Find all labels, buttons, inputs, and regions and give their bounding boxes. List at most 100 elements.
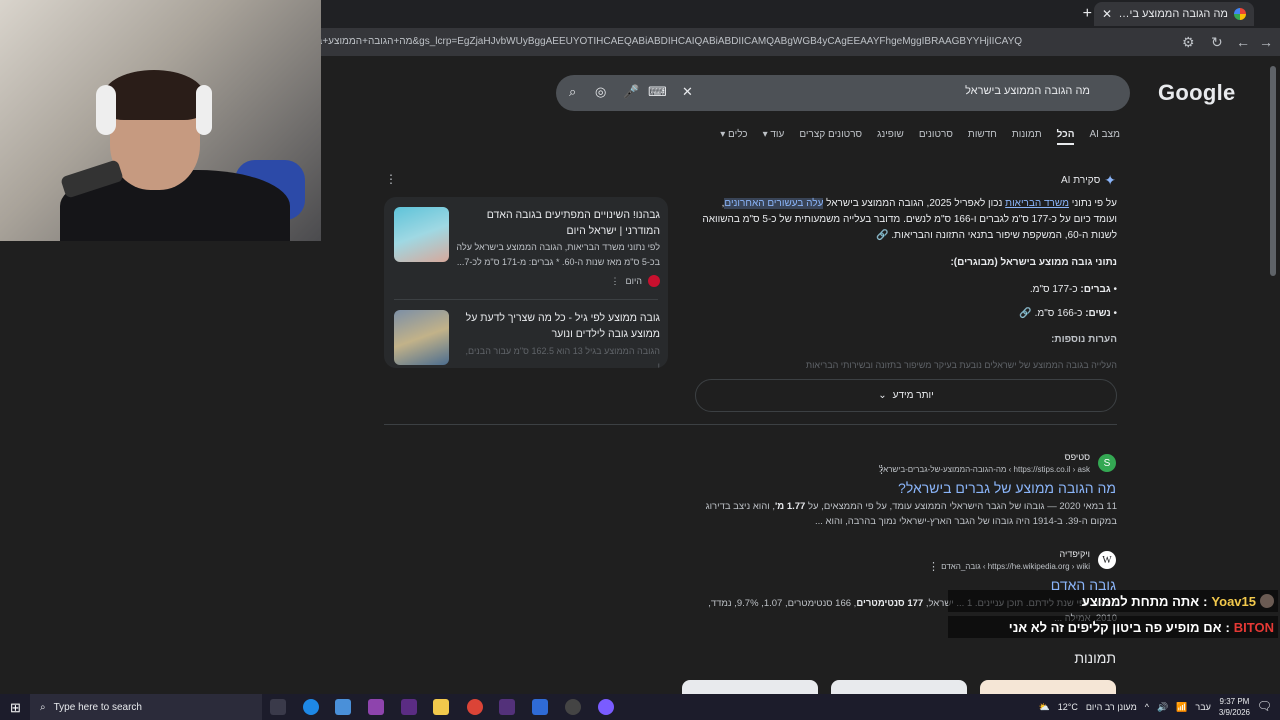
store-icon[interactable] [335,699,351,715]
chrome-icon[interactable] [467,699,483,715]
ai-text-part-1: על פי נתוני [1068,198,1117,209]
weather-temp[interactable]: 12°C [1058,702,1078,712]
images-heading: תמונות [1074,650,1116,666]
tab-more[interactable]: עוד ▾ [763,129,785,145]
windows-taskbar: ⊞ ⌕ Type here to search ⛅ 12°C מעונן רב … [0,694,1280,720]
new-tab-button[interactable]: + [1083,5,1092,23]
back-icon[interactable]: ← [1236,34,1250,50]
chat-separator: : [1203,593,1208,609]
tab-videos[interactable]: סרטונים [919,129,953,145]
system-tray: ⛅ 12°C מעונן רב היום ^ 🔊 📶 עבר 9:37 PM 3… [1039,694,1251,720]
result-site-name: ויקיפדיה [1059,549,1090,559]
tab-images[interactable]: תמונות [1012,129,1042,145]
source-card[interactable]: גובה ממוצע לפי גיל - כל מה שצריך לדעת על… [394,310,660,368]
ai-overview-text: על פי נתוני משרד הבריאות נכון לאפריל 202… [696,196,1117,244]
tab-shopping[interactable]: שופינג [877,129,904,145]
search-input[interactable]: מה הגובה הממוצע בישראל [965,85,1090,97]
card-source-name: היום [625,276,642,286]
image-thumbnail[interactable] [980,680,1116,694]
link-icon[interactable]: 🔗 [876,230,888,241]
taskbar-search-placeholder: Type here to search [53,701,142,713]
result-title[interactable]: מה הגובה ממוצע של גברים בישראל? [898,480,1116,496]
weather-desc[interactable]: מעונן רב היום [1086,702,1137,712]
more-options-icon[interactable]: ⋮ [611,276,620,287]
edge-icon[interactable] [303,699,319,715]
tray-arrow-icon[interactable]: ^ [1145,702,1149,712]
section-divider [384,424,1117,425]
men-label: גברים: [1080,284,1111,295]
more-options-icon[interactable]: ⋮ [928,560,939,573]
tab-ai-mode[interactable]: מצב AI [1089,129,1120,145]
clock[interactable]: 9:37 PM 3/9/2026 [1219,696,1250,718]
card-thumbnail [394,310,449,365]
browser-tab[interactable]: מה הגובה הממוצע בישראל - ח ✕ [1094,2,1254,26]
tab-short-videos[interactable]: סרטונים קצרים [799,129,862,145]
snippet-bold: 1.77 מ' [775,501,806,512]
clock-time: 9:37 PM [1219,697,1250,706]
page-scrollbar[interactable] [1270,66,1276,276]
obs-icon[interactable] [565,699,581,715]
wikipedia-favicon-icon: W [1098,551,1116,569]
more-options-icon[interactable]: ⋮ [385,172,397,186]
headphones-right [196,85,212,135]
lens-icon[interactable]: ◎ [595,84,606,100]
health-ministry-link[interactable]: משרד הבריאות [1005,198,1069,209]
result-url[interactable]: https://stips.co.il › ask › מה-הגובה-הממ… [879,465,1090,474]
task-view-icon[interactable] [270,699,286,715]
israel-hayom-icon [648,275,660,287]
volume-icon[interactable]: 🔊 [1157,702,1168,713]
microphone-icon[interactable]: 🎤 [623,84,639,100]
tune-icon[interactable]: ⚙ [1182,34,1195,51]
result-url[interactable]: https://he.wikipedia.org › wiki › גובה_ה… [941,562,1090,571]
keyboard-icon[interactable]: ⌨ [648,84,667,100]
link-icon[interactable]: 🔗 [1019,308,1031,319]
clear-search-icon[interactable]: ✕ [682,84,693,100]
result-site-name: סטיפס [1064,452,1090,462]
forward-icon[interactable]: → [1259,34,1273,50]
chevron-down-icon: ⌄ [878,390,887,401]
google-logo[interactable]: Google [1158,80,1236,106]
search-icon: ⌕ [40,701,46,713]
tab-news[interactable]: חדשות [968,129,997,145]
copilot-icon[interactable] [368,699,384,715]
google-favicon-icon [1234,8,1246,20]
card-title: גבהנו! השינויים המפתיעים בגובה האדם המוד… [486,209,660,237]
file-explorer-icon[interactable] [433,699,449,715]
language-indicator[interactable]: עבר [1195,702,1210,712]
ai-overview-title: סקירת AI [1061,175,1101,186]
stips-favicon-icon: S [1098,454,1116,472]
more-options-icon[interactable]: ⋮ [876,463,887,476]
close-tab-icon[interactable]: ✕ [1102,7,1112,21]
notes-heading: הערות נוספות: [1051,334,1117,345]
chat-text: אתה מתחת לממוצע [1081,593,1200,609]
search-icon[interactable]: ⌕ [569,84,576,100]
chat-text: אם מופיע פה ביטון קליפים זה לא אני [1008,619,1222,635]
chat-avatar-icon [1260,594,1274,608]
card-thumbnail [394,207,449,262]
windows-start-icon[interactable]: ⊞ [10,700,21,716]
source-card[interactable]: גבהנו! השינויים המפתיעים בגובה האדם המוד… [394,207,660,297]
chat-separator: : [1225,619,1230,635]
show-more-button[interactable]: יותר מידע ⌄ [695,379,1117,412]
streamer-hair [104,70,204,120]
image-thumbnail[interactable] [682,680,818,694]
taskbar-search[interactable]: ⌕ Type here to search [30,694,262,720]
chat-username: BITON [1233,619,1274,635]
women-label: נשים: [1085,308,1111,319]
m365-icon[interactable] [401,699,417,715]
discord-icon[interactable] [598,699,614,715]
image-thumbnail[interactable] [831,680,967,694]
ai-text-part-2: נכון לאפריל 2025, הגובה הממוצע בישראל [823,198,1006,209]
reload-icon[interactable]: ↻ [1211,34,1223,51]
card-title: גובה ממוצע לפי גיל - כל מה שצריך לדעת על… [465,312,660,340]
clock-date: 3/9/2026 [1218,708,1250,717]
network-icon[interactable]: 📶 [1176,702,1187,713]
search-box[interactable]: ⌕ ◎ 🎤 ⌨ ✕ מה הגובה הממוצע בישראל [556,75,1130,111]
tab-tools[interactable]: כלים ▾ [720,129,747,145]
tab-all[interactable]: הכל [1056,129,1075,145]
webcam-overlay [0,0,321,241]
weather-icon: ⛅ [1038,701,1050,712]
notifications-icon[interactable]: 🗨 [1257,699,1272,713]
app-icon[interactable] [532,699,548,715]
kick-icon[interactable] [499,699,515,715]
